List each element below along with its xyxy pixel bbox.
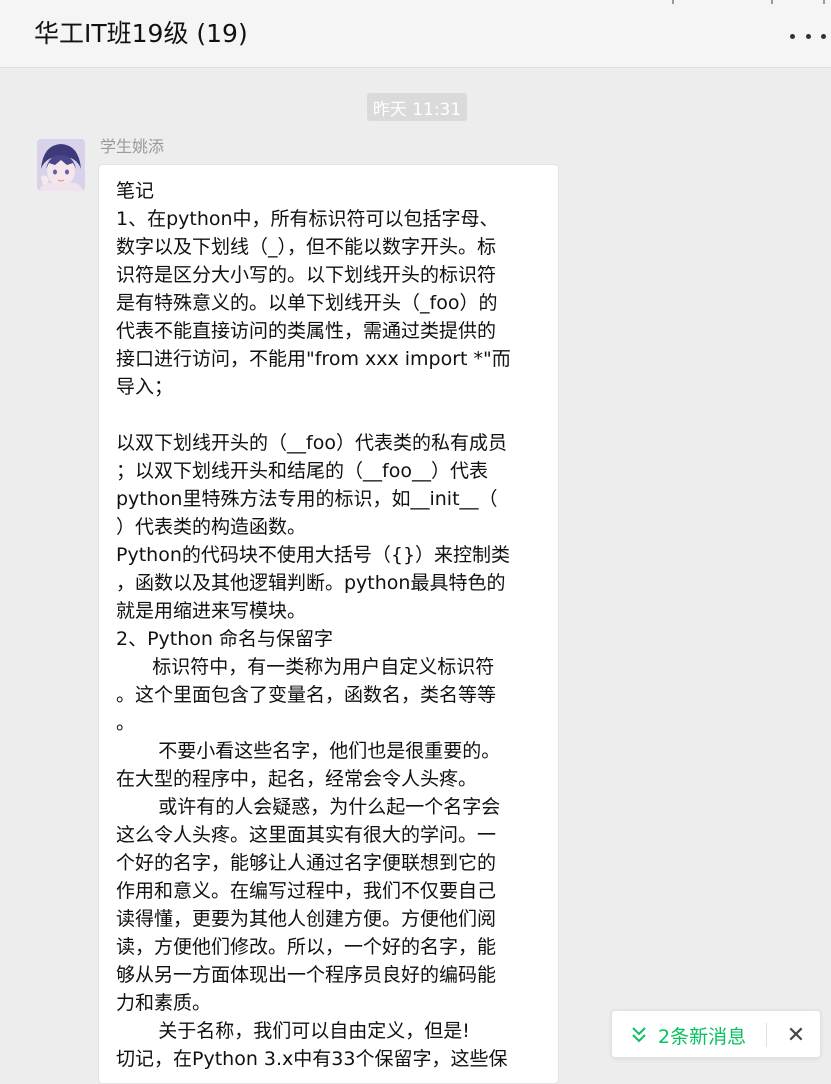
message-bubble[interactable]: 笔记 1、在python中，所有标识符可以包括字母、 数字以及下划线（_），但不能以… [98,164,559,1084]
message-text-line: 代表不能直接访问的类属性，需通过类提供的 [116,320,497,342]
message-text-line: 切记，在Python 3.x中有33个保留字，这些保 [116,1048,508,1070]
chat-title: 华工IT班19级 (19) [34,19,248,48]
message-text-line: 个好的名字，能够让人通过名字便联想到它的 [116,852,497,874]
message-text-line: 导入； [116,376,174,398]
message-text-line: 。这个里面包含了变量名，函数名，类名等等 [116,684,497,706]
close-icon[interactable]: ✕ [782,1021,810,1049]
message-text-line: 关于名称，我们可以自由定义，但是! [116,1020,470,1042]
message-text-line: 就是用缩进来写模块。 [116,600,307,622]
message-text-line: 读得懂，更要为其他人创建方便。方便他们阅 [116,908,497,930]
message-text-line: python里特殊方法专用的标识，如__init__（ [116,488,498,510]
message-text-line: 不要小看这些名字，他们也是很重要的。 [116,740,501,762]
message-timestamp: 昨天 11:31 [367,93,467,121]
sender-name: 学生姚添 [100,137,165,156]
message-text-line: 读，方便他们修改。所以，一个好的名字，能 [116,936,497,958]
message-text-line: 这么令人头疼。这里面其实有很大的学问。一 [116,824,497,846]
message-text-line: ；以双下划线开头和结尾的（__foo__）代表 [116,460,488,482]
message-text-line: ，函数以及其他逻辑判断。python最具特色的 [116,572,506,594]
message-text-line: 够从另一方面体现出一个程序员良好的编码能 [116,964,497,986]
message-text-line: 在大型的程序中，起名，经常会令人头疼。 [116,768,478,790]
chat-header: 华工IT班19级 (19) [0,0,831,68]
message-text-line: 作用和意义。在编写过程中，我们不仅要自己 [116,880,497,902]
double-chevron-down-icon [632,1027,646,1043]
sender-avatar[interactable] [37,139,85,191]
message-text-line [116,401,546,429]
new-messages-label: 2条新消息 [658,1026,747,1048]
message-text-line: ）代表类的构造函数。 [116,516,307,538]
message-text-line: 接口进行访问，不能用"from xxx import *"而 [116,348,511,370]
message-text-line: 是有特殊意义的。以单下划线开头（_foo）的 [116,292,498,314]
message-text-line: Python的代码块不使用大括号（{}）来控制类 [116,544,511,566]
more-options-icon[interactable] [790,26,826,46]
window-control-fragment [672,0,674,4]
message-text-line: 2、Python 命名与保留字 [116,628,333,650]
window-control-fragment [823,0,825,4]
message-text-line: 以双下划线开头的（__foo）代表类的私有成员 [116,432,507,454]
toast-divider [766,1023,767,1047]
message-text-line: 。 [116,712,136,734]
new-messages-toast[interactable]: 2条新消息 ✕ [611,1010,821,1058]
message-text-line: 1、在python中，所有标识符可以包括字母、 [116,208,499,230]
message-text-line: 笔记 [116,180,155,202]
message-text-line: 数字以及下划线（_），但不能以数字开头。标 [116,236,497,258]
message-text-line: 力和素质。 [116,992,212,1014]
message-text-line: 识符是区分大小写的。以下划线开头的标识符 [116,264,497,286]
window-control-fragment [771,0,773,4]
message-text-line: 或许有的人会疑惑，为什么起一个名字会 [116,796,501,818]
message-text-line: 标识符中，有一类称为用户自定义标识符 [116,656,495,678]
